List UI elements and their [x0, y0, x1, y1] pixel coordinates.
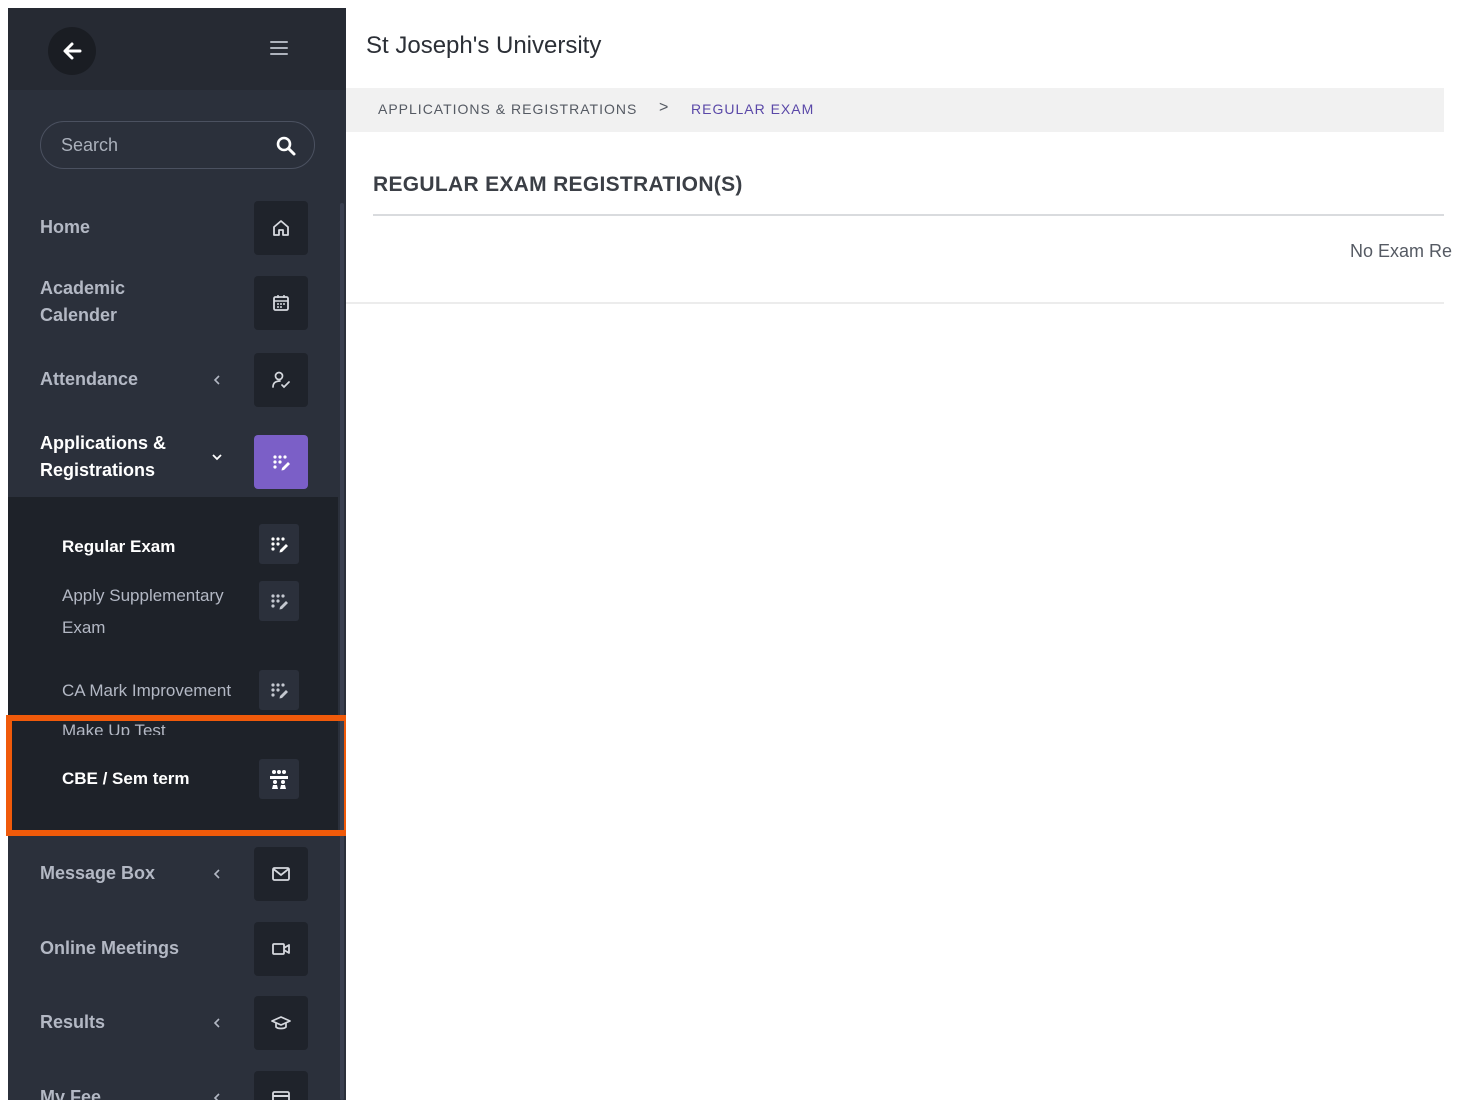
submenu-item-label: Regular Exam	[62, 537, 176, 556]
sidebar-header	[8, 8, 346, 90]
page-title: REGULAR EXAM REGISTRATION(S)	[373, 173, 743, 196]
sidebar-scrollbar[interactable]	[340, 203, 344, 1100]
calendar-icon	[254, 276, 308, 330]
chevron-down-icon	[210, 450, 224, 464]
sidebar-item-message-box[interactable]: Message Box	[8, 847, 338, 901]
search-input[interactable]	[61, 122, 261, 168]
sidebar-item-label: My Fee	[40, 1087, 102, 1100]
sidebar-item-attendance[interactable]: Attendance	[8, 353, 338, 407]
search-box	[40, 121, 315, 169]
search-icon[interactable]	[275, 135, 297, 157]
breadcrumb-item-current: REGULAR EXAM	[691, 101, 815, 117]
submenu-item-apply-supplementary-exam[interactable]: Apply Supplementary Exam	[8, 581, 338, 651]
chevron-left-icon	[210, 373, 224, 387]
sidebar-item-home[interactable]: Home	[8, 201, 338, 255]
sidebar-item-results[interactable]: Results	[8, 996, 338, 1050]
submenu-item-ca-mark-improvement[interactable]: CA Mark Improvement	[8, 670, 338, 710]
registrations-icon	[259, 581, 299, 621]
title-divider	[373, 214, 1444, 216]
breadcrumb: APPLICATIONS & REGISTRATIONS > REGULAR E…	[346, 88, 1444, 132]
sidebar-item-academic-calender[interactable]: Academic Calender	[8, 276, 338, 330]
sidebar: Home Academic Calender Attendance Applic…	[8, 8, 346, 1100]
registrations-icon	[259, 524, 299, 564]
attendance-icon	[254, 353, 308, 407]
empty-state-message: No Exam Re	[1350, 241, 1453, 261]
sidebar-item-label: Home	[40, 217, 91, 237]
sidebar-item-label: Message Box	[40, 863, 156, 883]
sidebar-item-applications-registrations[interactable]: Applications & Registrations	[8, 416, 338, 498]
highlight-box	[6, 715, 350, 836]
submenu-item-regular-exam[interactable]: Regular Exam	[8, 524, 338, 564]
submenu-item-label: CA Mark Improvement	[62, 681, 232, 700]
chevron-left-icon	[210, 1016, 224, 1030]
sidebar-item-label: Attendance	[40, 369, 139, 389]
registrations-icon	[259, 670, 299, 710]
main-content: St Joseph's University APPLICATIONS & RE…	[346, 8, 1452, 1100]
card-icon	[254, 1071, 308, 1100]
menu-toggle-icon[interactable]	[270, 41, 288, 57]
app-title: St Joseph's University	[366, 32, 602, 59]
home-icon	[254, 201, 308, 255]
sidebar-item-label: Online Meetings	[40, 938, 180, 958]
chevron-left-icon	[210, 1091, 224, 1100]
submenu-item-label: Apply Supplementary Exam	[62, 586, 224, 637]
sidebar-item-my-fee[interactable]: My Fee	[8, 1071, 338, 1100]
card-divider	[346, 302, 1444, 304]
breadcrumb-separator: >	[659, 99, 669, 116]
sidebar-item-online-meetings[interactable]: Online Meetings	[8, 922, 338, 976]
chevron-left-icon	[210, 867, 224, 881]
registrations-icon	[254, 435, 308, 489]
sidebar-item-label: Academic Calender	[40, 278, 126, 325]
breadcrumb-item-applications[interactable]: APPLICATIONS & REGISTRATIONS	[378, 101, 637, 117]
sidebar-item-label: Applications & Registrations	[40, 433, 167, 480]
mail-icon	[254, 847, 308, 901]
back-button[interactable]	[48, 27, 96, 75]
sidebar-item-label: Results	[40, 1012, 106, 1032]
video-icon	[254, 922, 308, 976]
graduation-cap-icon	[254, 996, 308, 1050]
arrow-left-icon	[63, 42, 82, 60]
